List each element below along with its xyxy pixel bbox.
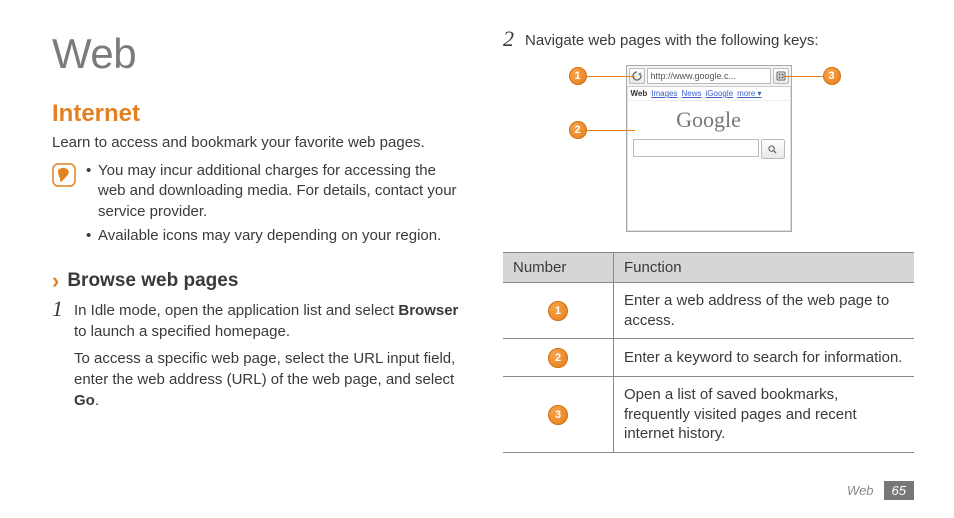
search-input[interactable]: [633, 139, 759, 157]
note-icon: [52, 163, 76, 187]
step-text: To access a specific web page, select th…: [74, 350, 455, 388]
nav-tabs: Web Images News iGoogle more ▾: [627, 87, 791, 101]
footer-section: Web: [847, 483, 874, 498]
step-1: 1 In Idle mode, open the application lis…: [52, 300, 463, 417]
tab-link[interactable]: Web: [631, 89, 648, 98]
tab-link[interactable]: News: [681, 89, 701, 98]
row-number-icon: 3: [548, 405, 568, 425]
callout-leader: [587, 76, 635, 77]
note-block: You may incur additional charges for acc…: [52, 161, 463, 250]
address-bar-row: http://www.google.c...: [627, 66, 791, 87]
table-header: Function: [614, 253, 915, 283]
function-table: Number Function 1 Enter a web address of…: [503, 252, 914, 453]
note-item: Available icons may vary depending on yo…: [86, 226, 463, 246]
table-row: 3 Open a list of saved bookmarks, freque…: [503, 377, 914, 453]
row-function: Open a list of saved bookmarks, frequent…: [614, 377, 915, 453]
step-bold: Browser: [398, 302, 458, 319]
step-text: In Idle mode, open the application list …: [74, 302, 398, 319]
tab-link[interactable]: more ▾: [737, 89, 761, 98]
browser-window: http://www.google.c... Web Images News i…: [626, 65, 792, 232]
step-bold: Go: [74, 392, 95, 409]
page-footer: Web 65: [847, 481, 914, 500]
step-text: to launch a specified homepage.: [74, 323, 290, 340]
table-row: 2 Enter a keyword to search for informat…: [503, 339, 914, 377]
section-title: Internet: [52, 100, 463, 128]
footer-page-number: 65: [884, 481, 914, 500]
right-column: 2 Navigate web pages with the following …: [503, 30, 914, 518]
left-column: Web Internet Learn to access and bookmar…: [52, 30, 463, 518]
step-text: Navigate web pages with the following ke…: [525, 30, 914, 51]
search-button[interactable]: [761, 139, 785, 159]
row-number-icon: 2: [548, 348, 568, 368]
chevron-icon: ›: [52, 270, 59, 292]
row-function: Enter a keyword to search for informatio…: [614, 339, 915, 377]
step-text: .: [95, 392, 99, 409]
step-number: 2: [503, 28, 525, 50]
step-2: 2 Navigate web pages with the following …: [503, 30, 914, 57]
note-item: You may incur additional charges for acc…: [86, 161, 463, 222]
row-function: Enter a web address of the web page to a…: [614, 283, 915, 339]
page-title: Web: [52, 30, 463, 78]
google-logo: Google: [633, 107, 785, 133]
step-number: 1: [52, 298, 74, 320]
callout-leader: [783, 76, 823, 77]
callout-1: 1: [569, 67, 587, 85]
callout-3: 3: [823, 67, 841, 85]
callout-leader: [587, 130, 635, 131]
sub-heading-text: Browse web pages: [67, 270, 238, 292]
tab-link[interactable]: iGoogle: [706, 89, 734, 98]
sub-heading: › Browse web pages: [52, 270, 463, 292]
intro-text: Learn to access and bookmark your favori…: [52, 134, 463, 151]
row-number-icon: 1: [548, 301, 568, 321]
table-row: 1 Enter a web address of the web page to…: [503, 283, 914, 339]
url-input[interactable]: http://www.google.c...: [647, 68, 771, 84]
callout-2: 2: [569, 121, 587, 139]
table-header: Number: [503, 253, 614, 283]
search-icon: [768, 145, 777, 154]
tab-link[interactable]: Images: [651, 89, 677, 98]
browser-screenshot: 1 3 2 http://www.google.c... Web: [549, 65, 869, 232]
